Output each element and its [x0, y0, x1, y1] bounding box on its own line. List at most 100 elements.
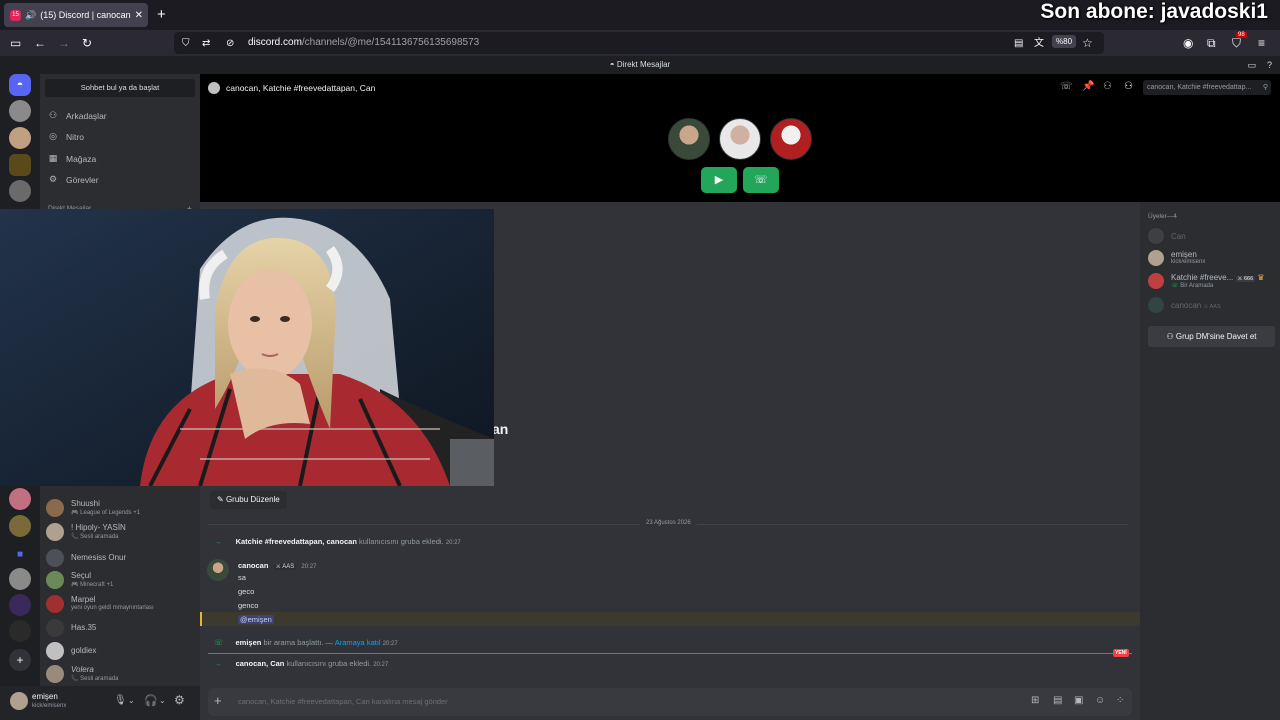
- server-avatar[interactable]: [9, 594, 31, 616]
- url-bar[interactable]: ⛉ ⇄ ⊘ discord.com/channels/@me/154113675…: [174, 32, 1104, 54]
- join-voice-button[interactable]: ☏: [743, 167, 779, 193]
- attach-plus-icon[interactable]: +: [214, 693, 222, 708]
- server-avatar[interactable]: [9, 154, 31, 176]
- dm-status: 📞 Sesli aramada: [71, 533, 119, 540]
- shield-icon[interactable]: ⛉: [182, 36, 190, 52]
- settings-gear-icon[interactable]: ⚙: [174, 693, 185, 707]
- nav-quests[interactable]: ⚙ Görevler: [48, 174, 99, 185]
- join-call-link[interactable]: Aramaya katıl: [335, 638, 381, 647]
- discord-favicon-icon: 15: [10, 9, 21, 21]
- call-participant-avatar[interactable]: [719, 118, 761, 160]
- invite-to-group-button[interactable]: ⚇ Grup DM'sine Davet et: [1148, 326, 1275, 347]
- member-item[interactable]: Can: [1148, 228, 1276, 246]
- server-avatar[interactable]: [9, 568, 31, 590]
- member-list-icon[interactable]: ⚇: [1124, 81, 1133, 92]
- user-avatar[interactable]: [10, 692, 28, 710]
- gift-icon[interactable]: ⊞: [1031, 695, 1039, 706]
- emoji-icon[interactable]: ☺: [1095, 695, 1105, 706]
- new-tab-button[interactable]: +: [157, 6, 166, 23]
- extensions-icon[interactable]: ⧉: [1207, 35, 1216, 51]
- mention[interactable]: @emişen: [238, 615, 274, 624]
- inbox-icon[interactable]: ▭: [1247, 56, 1256, 74]
- sticker-icon[interactable]: ▣: [1074, 695, 1083, 706]
- server-avatar[interactable]: [9, 180, 31, 202]
- pin-icon[interactable]: 📌: [1082, 81, 1094, 92]
- nav-shop[interactable]: ▦ Mağaza: [48, 153, 97, 164]
- browser-tab[interactable]: 15 🔊 (15) Discord | canocan, Kat ✕: [4, 3, 148, 27]
- help-icon[interactable]: ?: [1267, 56, 1272, 74]
- call-icon: 📞: [71, 534, 79, 540]
- search-input[interactable]: canocan, Katchie #freevedattap... ⚲: [1143, 80, 1271, 95]
- sidebar-toggle-icon[interactable]: ▭: [10, 35, 21, 51]
- discord-home-icon[interactable]: ◓: [9, 74, 31, 96]
- server-avatar[interactable]: [9, 127, 31, 149]
- server-avatar[interactable]: [9, 100, 31, 122]
- server-avatar[interactable]: [9, 488, 31, 510]
- start-call-icon[interactable]: ☏: [1060, 81, 1073, 92]
- zoom-level[interactable]: %80: [1052, 35, 1077, 48]
- server-avatar[interactable]: [9, 515, 31, 537]
- mute-icon[interactable]: ⊘: [226, 36, 234, 52]
- author-name[interactable]: canocan: [238, 561, 268, 570]
- call-participant-avatar[interactable]: [770, 118, 812, 160]
- dm-item[interactable]: Shuushi 🎮 League of Legends +1: [46, 498, 196, 520]
- member-item[interactable]: Katchie #freeve... ⚔ 666 ♛ ☏ Bir Aramada: [1148, 273, 1276, 291]
- edit-group-button[interactable]: ✎ Grubu Düzenle: [210, 491, 287, 509]
- dm-item[interactable]: ! Hipoly- YASİN 📞 Sesli aramada: [46, 522, 196, 544]
- back-icon[interactable]: ←: [34, 35, 46, 51]
- webcam-image: [0, 209, 494, 486]
- server-avatar[interactable]: [9, 620, 31, 642]
- microphone-icon[interactable]: 🎙: [114, 695, 127, 706]
- apps-icon[interactable]: ⁘: [1116, 695, 1124, 706]
- message-input[interactable]: + canocan, Katchie #freevedattapan, Can …: [208, 688, 1132, 716]
- clan-tag: ⚔ AAS: [1203, 304, 1221, 310]
- member-name: canocan: [1171, 301, 1202, 310]
- member-name-row: canocan ⚔ AAS: [1171, 301, 1221, 310]
- close-tab-icon[interactable]: ✕: [135, 10, 143, 21]
- menu-icon[interactable]: ≡: [1258, 35, 1265, 51]
- folder-icon[interactable]: ■: [9, 544, 31, 566]
- system-user[interactable]: canocan: [236, 659, 266, 668]
- dm-name: Has.35: [71, 623, 97, 632]
- account-icon[interactable]: ◉: [1183, 35, 1193, 51]
- url-text: discord.com/channels/@me/154113675613569…: [248, 37, 479, 48]
- dm-item[interactable]: Volera 📞 Sesli aramada: [46, 664, 196, 686]
- gif-icon[interactable]: ▤: [1053, 695, 1062, 706]
- add-friend-icon[interactable]: ⚇: [1103, 81, 1112, 92]
- forward-icon[interactable]: →: [58, 35, 70, 51]
- member-status: ☏ Bir Aramada: [1171, 282, 1213, 289]
- headphones-chevron-icon[interactable]: ⌄: [159, 696, 166, 705]
- bookmark-star-icon[interactable]: ☆: [1082, 35, 1093, 51]
- reader-mode-icon[interactable]: ▤: [1014, 36, 1023, 52]
- add-server-icon[interactable]: +: [9, 649, 31, 671]
- member-item[interactable]: emişen kick/emisenx: [1148, 250, 1276, 268]
- call-text: bir arama başlattı. —: [263, 638, 334, 647]
- system-user[interactable]: canocan: [326, 537, 356, 546]
- nav-nitro[interactable]: ◎ Nitro: [48, 131, 84, 142]
- nav-friends[interactable]: ⚇ Arkadaşlar: [48, 110, 107, 121]
- system-text: kullanıcısını gruba ekledi.: [286, 659, 372, 668]
- translate-icon[interactable]: 文: [1034, 36, 1044, 52]
- system-user[interactable]: Katchie #freevedattapan: [236, 537, 323, 546]
- author-avatar[interactable]: [207, 559, 229, 581]
- permissions-icon[interactable]: ⇄: [202, 36, 210, 52]
- system-user[interactable]: Can: [270, 659, 284, 668]
- stream-overlay-text: Son abone: javadoski1: [1040, 0, 1268, 23]
- video-call-button[interactable]: ▶: [701, 167, 737, 193]
- mic-chevron-icon[interactable]: ⌄: [128, 696, 135, 705]
- reload-icon[interactable]: ↻: [82, 35, 92, 51]
- timestamp: 20:27: [445, 540, 461, 546]
- dm-item[interactable]: Seçul 🎮 Minecraft +1: [46, 570, 196, 592]
- date-divider: 23 Ağustos 2026: [640, 520, 697, 526]
- dm-item[interactable]: Marpel yeni oyun geldi mmaynıntarlası: [46, 594, 196, 616]
- call-user[interactable]: emişen: [235, 638, 261, 647]
- find-conversation-button[interactable]: Sohbet bul ya da başlat: [45, 79, 195, 97]
- extension-badge: 98: [1236, 32, 1247, 38]
- dm-item[interactable]: goldiex: [46, 641, 196, 663]
- member-item[interactable]: canocan ⚔ AAS: [1148, 297, 1276, 315]
- headphones-icon[interactable]: 🎧: [144, 694, 158, 707]
- call-participant-avatar[interactable]: [668, 118, 710, 160]
- dm-item[interactable]: Has.35: [46, 618, 196, 640]
- dm-item[interactable]: Nemesiss Onur: [46, 548, 196, 570]
- speaker-icon[interactable]: 🔊: [25, 10, 36, 21]
